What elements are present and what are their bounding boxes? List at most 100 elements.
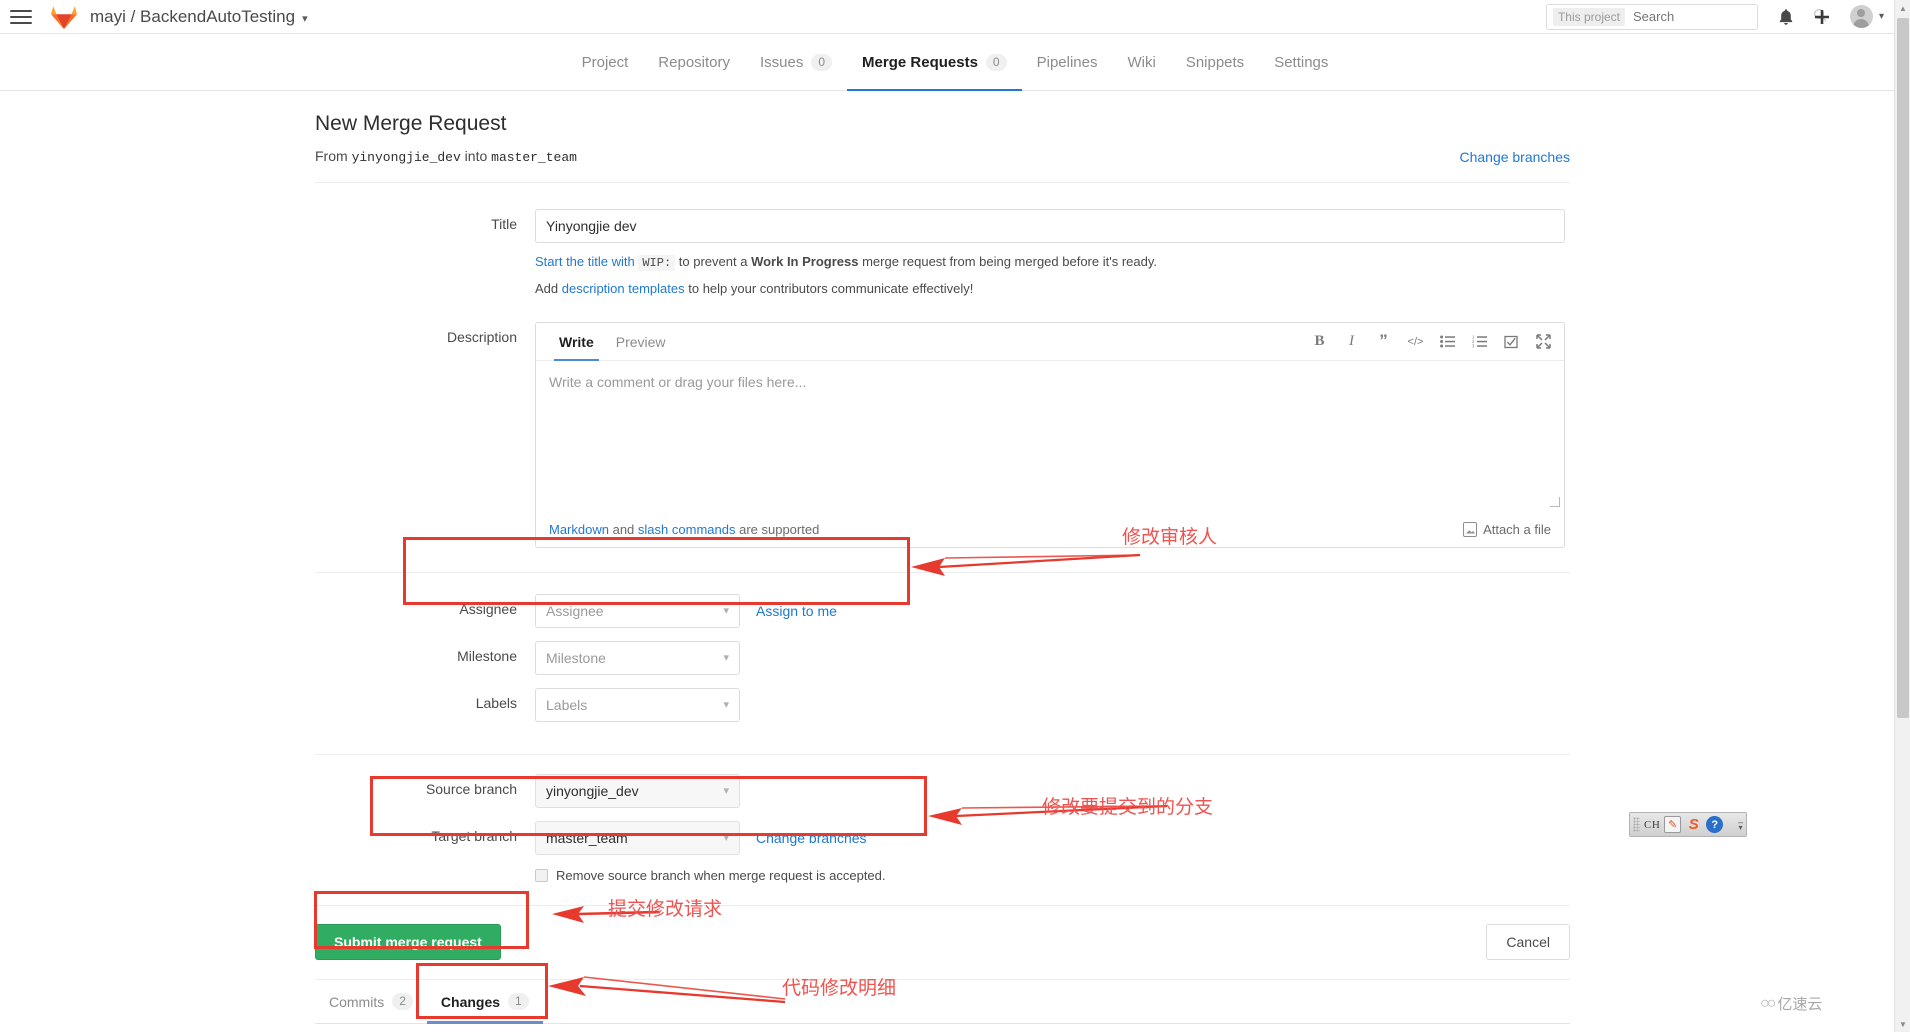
chevron-down-icon[interactable]: ▾: [1879, 11, 1884, 22]
assignee-select[interactable]: Assignee ▾: [535, 594, 740, 628]
form-divider-middle: [315, 572, 1570, 573]
search-scope-badge[interactable]: This project: [1552, 7, 1625, 26]
change-branches-link-top[interactable]: Change branches: [1459, 149, 1570, 165]
source-branch-value: yinyongjie_dev: [546, 783, 639, 799]
help-icon[interactable]: ?: [1706, 816, 1724, 833]
target-branch-controls: master_team ▾ Change branches: [535, 821, 1570, 855]
subnav-label: Pipelines: [1036, 53, 1098, 71]
title-input[interactable]: [535, 209, 1565, 243]
subnav-item-pipelines[interactable]: Pipelines: [1022, 34, 1113, 90]
attach-file-label: Attach a file: [1483, 521, 1551, 537]
subnav-item-merge-requests[interactable]: Merge Requests 0: [847, 34, 1022, 91]
menu-icon[interactable]: [10, 6, 32, 28]
source-branch-name: yinyongjie_dev: [351, 150, 461, 165]
target-branch-label: Target branch: [431, 828, 517, 844]
plus-icon[interactable]: [1814, 9, 1830, 25]
bell-icon[interactable]: [1778, 8, 1794, 26]
numbered-list-icon[interactable]: 123: [1471, 333, 1488, 350]
annotation-changes-text: 代码修改明细: [782, 977, 897, 999]
labels-select[interactable]: Labels ▾: [535, 688, 740, 722]
form-divider-top: [315, 182, 1570, 183]
chevron-down-icon[interactable]: ▾: [723, 785, 729, 797]
submit-merge-request-button[interactable]: Submit merge request: [315, 924, 501, 960]
merge-requests-count-badge: 0: [985, 53, 1007, 71]
quote-icon[interactable]: ”: [1375, 332, 1392, 350]
source-branch-select[interactable]: yinyongjie_dev ▾: [535, 774, 740, 808]
chevron-down-icon[interactable]: ▾: [723, 652, 729, 664]
labels-label: Labels: [475, 695, 517, 711]
breadcrumb-project[interactable]: mayi / BackendAutoTesting ▾: [90, 7, 308, 27]
milestone-select[interactable]: Milestone ▾: [535, 641, 740, 675]
remove-source-branch-row[interactable]: Remove source branch when merge request …: [535, 868, 1570, 883]
description-templates-link[interactable]: description templates: [562, 281, 685, 296]
subnav-label: Repository: [658, 53, 730, 71]
subnav-item-wiki[interactable]: Wiki: [1112, 34, 1170, 90]
wip-hint-bold: Work In Progress: [751, 254, 859, 269]
watermark-logo-icon: ○○: [1760, 994, 1776, 1012]
task-list-icon[interactable]: [1503, 333, 1520, 350]
bold-icon[interactable]: B: [1311, 333, 1328, 350]
page-scrollbar[interactable]: ▲ ▼: [1894, 0, 1910, 1032]
target-branch-select[interactable]: master_team ▾: [535, 821, 740, 855]
scroll-down-arrow[interactable]: ▼: [1895, 1016, 1910, 1032]
editor-footer: Markdown and slash commands are supporte…: [536, 511, 1564, 547]
wip-hint: Start the title with WIP: to prevent a W…: [535, 254, 1570, 271]
ime-language-bar[interactable]: CH ✎ S ? – ▾: [1629, 812, 1747, 837]
annotation-target-branch-text: 修改要提交到的分支: [1042, 796, 1214, 818]
tab-preview[interactable]: Preview: [605, 323, 677, 360]
assign-to-me-link[interactable]: Assign to me: [756, 603, 837, 619]
wip-hint-link[interactable]: Start the title with: [535, 254, 635, 269]
editor-tool-buttons: B I ” </> 123: [1311, 323, 1552, 360]
handwriting-pad-icon[interactable]: ✎: [1664, 816, 1682, 833]
tab-changes[interactable]: Changes 1: [426, 980, 543, 1024]
user-menu[interactable]: ▾: [1849, 5, 1884, 28]
sogou-icon[interactable]: S: [1685, 816, 1702, 833]
bullet-list-icon[interactable]: [1439, 333, 1456, 350]
remove-source-branch-checkbox[interactable]: [535, 869, 548, 882]
chevron-down-icon[interactable]: ▾: [723, 605, 729, 617]
templates-hint-suffix: to help your contributors communicate ef…: [688, 281, 974, 296]
italic-icon[interactable]: I: [1343, 333, 1360, 350]
tab-commits[interactable]: Commits 2: [315, 980, 427, 1023]
subnav-item-snippets[interactable]: Snippets: [1171, 34, 1259, 90]
subnav-item-settings[interactable]: Settings: [1259, 34, 1343, 90]
assignee-field-wrap: Assignee ▾ Assign to me: [535, 594, 1570, 628]
assignee-select-value: Assignee: [546, 603, 604, 619]
subnav-item-issues[interactable]: Issues 0: [745, 34, 847, 90]
scrollbar-thumb[interactable]: [1897, 18, 1909, 718]
tab-write[interactable]: Write: [548, 323, 605, 361]
title-label: Title: [491, 216, 517, 232]
description-textarea[interactable]: Write a comment or drag your files here.…: [536, 361, 1564, 511]
change-branches-link-bottom[interactable]: Change branches: [756, 830, 867, 846]
ime-drag-handle[interactable]: [1633, 817, 1640, 832]
attach-file-button[interactable]: Attach a file: [1463, 521, 1551, 537]
markdown-support-note: Markdown and slash commands are supporte…: [549, 522, 819, 537]
description-label: Description: [446, 329, 517, 345]
ime-language-label[interactable]: CH: [1644, 819, 1660, 831]
fullscreen-icon[interactable]: [1535, 333, 1552, 350]
chevron-down-icon[interactable]: ▾: [723, 699, 729, 711]
milestone-field-wrap: Milestone ▾: [535, 641, 1570, 675]
subnav-item-project[interactable]: Project: [567, 34, 644, 90]
scroll-up-arrow[interactable]: ▲: [1895, 0, 1910, 16]
cancel-button[interactable]: Cancel: [1486, 924, 1570, 960]
tab-commits-label: Commits: [329, 993, 385, 1010]
footer-and: and: [612, 521, 635, 537]
description-editor: Write Preview B I ” </> 1 2 3 Write a co…: [535, 322, 1565, 548]
slash-commands-link[interactable]: slash commands: [638, 522, 736, 537]
search-box[interactable]: This project: [1545, 3, 1827, 30]
code-icon[interactable]: </>: [1407, 333, 1424, 350]
wip-hint-middle: to prevent a: [678, 254, 748, 269]
gitlab-logo-icon[interactable]: [50, 4, 78, 30]
ime-collapse-icon[interactable]: – ▾: [1738, 817, 1743, 831]
target-branch-row: Target branch master_team ▾ Change branc…: [315, 821, 1570, 883]
markdown-link[interactable]: Markdown: [549, 522, 609, 537]
annotation-assignee-text: 修改审核人: [1122, 526, 1218, 548]
resize-handle[interactable]: [1550, 497, 1560, 507]
chevron-down-icon[interactable]: ▾: [302, 13, 308, 25]
avatar[interactable]: [1849, 5, 1873, 28]
commits-count-badge: 2: [392, 993, 413, 1010]
subnav-item-repository[interactable]: Repository: [643, 34, 745, 90]
chevron-down-icon[interactable]: ▾: [723, 832, 729, 844]
issues-count-badge: 0: [811, 53, 833, 71]
